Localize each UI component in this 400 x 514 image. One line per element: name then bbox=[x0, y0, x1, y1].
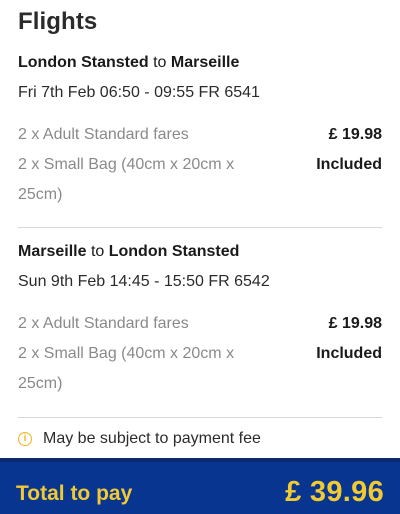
route-separator: to bbox=[90, 243, 105, 260]
total-label: Total to pay bbox=[16, 482, 133, 505]
bag-price: Included bbox=[316, 345, 382, 362]
total-amount: £ 39.96 bbox=[285, 476, 384, 508]
divider bbox=[18, 227, 382, 228]
destination-city: Marseille bbox=[170, 54, 240, 71]
origin-city: London Stansted bbox=[18, 54, 149, 71]
outbound-flight: London Stansted to Marseille Fri 7th Feb… bbox=[18, 52, 382, 210]
divider bbox=[18, 417, 382, 418]
bag-label: 2 x Small Bag (40cm x 20cm x 25cm) bbox=[18, 156, 235, 203]
flight-schedule: Fri 7th Feb 06:50 - 09:55 FR 6541 bbox=[18, 84, 260, 101]
info-icon: i bbox=[18, 432, 32, 446]
bag-line: 2 x Small Bag (40cm x 20cm x 25cm) Inclu… bbox=[18, 150, 382, 210]
total-to-pay-bar: Total to pay £ 39.96 bbox=[0, 458, 400, 514]
fare-label: 2 x Adult Standard fares bbox=[18, 315, 189, 332]
page-title: Flights bbox=[18, 8, 98, 35]
fare-price: £ 19.98 bbox=[328, 315, 382, 332]
fare-line: 2 x Adult Standard fares £ 19.98 bbox=[18, 120, 382, 150]
return-flight: Marseille to London Stansted Sun 9th Feb… bbox=[18, 241, 382, 399]
flight-schedule: Sun 9th Feb 14:45 - 15:50 FR 6542 bbox=[18, 273, 270, 290]
flight-route: Marseille to London Stansted bbox=[18, 241, 382, 263]
flight-route: London Stansted to Marseille bbox=[18, 52, 382, 74]
bag-line: 2 x Small Bag (40cm x 20cm x 25cm) Inclu… bbox=[18, 339, 382, 399]
bag-label: 2 x Small Bag (40cm x 20cm x 25cm) bbox=[18, 345, 235, 392]
route-separator: to bbox=[153, 54, 167, 71]
bag-price: Included bbox=[316, 156, 382, 173]
flight-summary: Flights London Stansted to Marseille Fri… bbox=[0, 0, 400, 514]
fare-line: 2 x Adult Standard fares £ 19.98 bbox=[18, 309, 382, 339]
notice-text: May be subject to payment fee bbox=[43, 430, 261, 447]
fare-price: £ 19.98 bbox=[328, 126, 382, 143]
origin-city: Marseille bbox=[18, 243, 87, 260]
fare-label: 2 x Adult Standard fares bbox=[18, 126, 189, 143]
destination-city: London Stansted bbox=[108, 243, 240, 260]
payment-fee-notice: i May be subject to payment fee bbox=[18, 427, 261, 451]
